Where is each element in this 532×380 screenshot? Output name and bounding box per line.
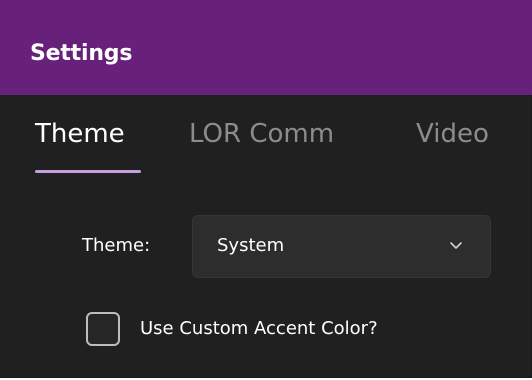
title-bar: Settings: [0, 0, 532, 95]
theme-dropdown-value: System: [217, 235, 285, 256]
settings-window: Settings Theme LOR Comm Video Theme: Sys…: [0, 0, 532, 378]
settings-tabs: Theme LOR Comm Video: [0, 95, 532, 195]
chevron-down-icon: [450, 242, 462, 249]
tab-video[interactable]: Video: [416, 117, 489, 151]
custom-accent-checkbox[interactable]: [86, 312, 120, 346]
custom-accent-row: Use Custom Accent Color?: [0, 308, 532, 352]
tab-theme[interactable]: Theme: [35, 117, 125, 151]
custom-accent-label[interactable]: Use Custom Accent Color?: [140, 316, 378, 342]
selected-tab-indicator: [35, 170, 141, 173]
window-title: Settings: [30, 41, 133, 66]
tab-lor-comm[interactable]: LOR Comm: [189, 117, 334, 151]
theme-dropdown[interactable]: System: [192, 215, 491, 278]
theme-label: Theme:: [82, 235, 151, 256]
theme-setting-row: Theme: System: [0, 215, 532, 279]
